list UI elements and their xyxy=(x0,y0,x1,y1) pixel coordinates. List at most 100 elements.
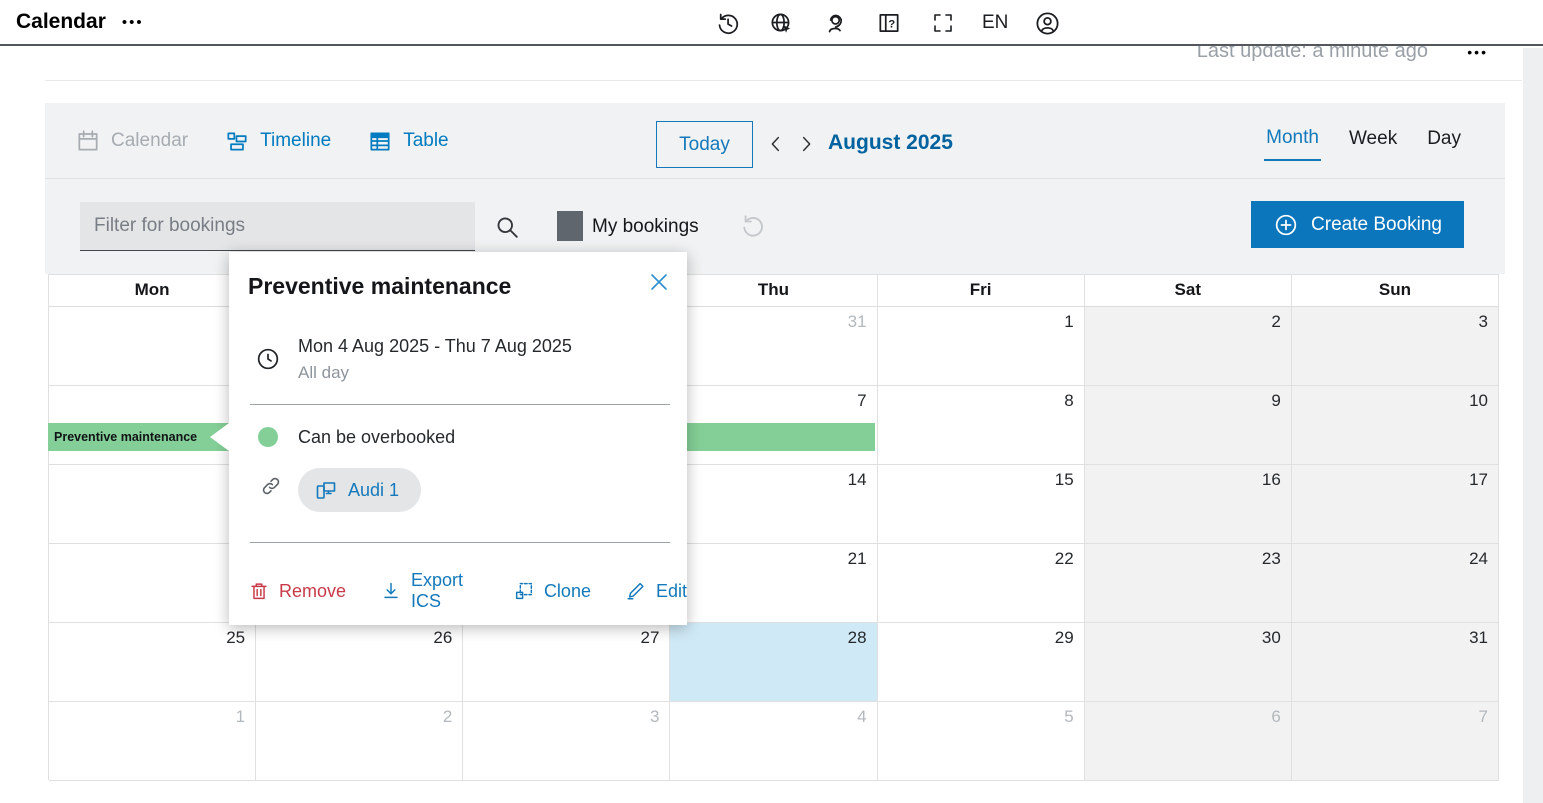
toolbar: Calendar Timeline Table Today August 202… xyxy=(45,103,1505,274)
action-label: Export ICS xyxy=(411,570,479,612)
action-label: Remove xyxy=(279,581,346,602)
popup-status-text: Can be overbooked xyxy=(298,427,455,448)
app-header: Calendar ••• ? EN xyxy=(0,0,1543,46)
divider xyxy=(250,404,670,405)
chevron-left-icon[interactable] xyxy=(763,126,789,162)
calendar-cell[interactable]: 6 xyxy=(1085,702,1292,781)
devices-icon xyxy=(314,478,338,502)
calendar-cell[interactable]: 4 xyxy=(670,702,877,781)
action-label: Clone xyxy=(544,581,591,602)
page: Calendar ••• ? EN Last update: xyxy=(0,0,1543,803)
help-icon[interactable]: ? xyxy=(874,8,904,38)
trash-icon xyxy=(248,580,270,602)
edit-button[interactable]: Edit xyxy=(625,580,687,602)
remove-button[interactable]: Remove xyxy=(248,580,346,602)
my-bookings-checkbox[interactable] xyxy=(557,211,583,241)
close-icon[interactable] xyxy=(647,270,671,294)
history-icon[interactable] xyxy=(712,8,742,38)
svg-text:?: ? xyxy=(888,18,895,30)
range-tabs: Month Week Day xyxy=(1264,103,1463,178)
range-tab-day[interactable]: Day xyxy=(1425,122,1463,160)
popup-date-range: Mon 4 Aug 2025 - Thu 7 Aug 2025 xyxy=(298,336,572,357)
profile-icon[interactable] xyxy=(1032,8,1062,38)
status-overflow-menu[interactable]: ••• xyxy=(1467,44,1488,60)
popup-all-day: All day xyxy=(298,363,349,383)
chevron-right-icon[interactable] xyxy=(793,126,819,162)
calendar-cell[interactable] xyxy=(49,465,256,544)
resource-chip-audi-1[interactable]: Audi 1 xyxy=(298,468,421,512)
day-header-sat: Sat xyxy=(1085,275,1292,307)
link-icon xyxy=(259,474,283,498)
calendar-cell[interactable]: 25 xyxy=(49,623,256,702)
popup-title: Preventive maintenance xyxy=(248,273,511,300)
booking-popup: Preventive maintenance Mon 4 Aug 2025 - … xyxy=(229,252,687,625)
calendar-cell[interactable]: 29 xyxy=(878,623,1085,702)
page-title: Calendar xyxy=(16,10,106,34)
calendar-cell[interactable] xyxy=(49,544,256,623)
globe-icon[interactable] xyxy=(766,8,796,38)
divider xyxy=(250,542,670,543)
calendar-cell[interactable]: 2 xyxy=(1085,307,1292,386)
range-tab-week[interactable]: Week xyxy=(1347,122,1399,160)
divider xyxy=(45,178,1505,179)
calendar-cell[interactable]: 1 xyxy=(49,702,256,781)
calendar-cell[interactable]: 5 xyxy=(878,702,1085,781)
view-tab-timeline[interactable]: Timeline xyxy=(224,128,331,154)
calendar-cell[interactable]: 8 xyxy=(878,386,1085,465)
title-overflow-menu[interactable]: ••• xyxy=(122,14,144,31)
day-header-mon: Mon xyxy=(49,275,256,307)
scroll-gutter[interactable] xyxy=(1523,48,1543,803)
calendar-cell[interactable]: 16 xyxy=(1085,465,1292,544)
export-ics-button[interactable]: Export ICS xyxy=(380,570,479,612)
language-selector[interactable]: EN xyxy=(982,12,1008,34)
calendar-cell[interactable]: 30 xyxy=(1085,623,1292,702)
calendar-cell[interactable]: 2 xyxy=(256,702,463,781)
refresh-icon[interactable] xyxy=(738,211,766,239)
popup-caret xyxy=(210,423,229,451)
calendar-cell[interactable]: 7 xyxy=(1292,702,1499,781)
calendar-cell[interactable]: 9 xyxy=(1085,386,1292,465)
create-booking-label: Create Booking xyxy=(1311,214,1442,236)
view-tab-label: Timeline xyxy=(260,130,331,152)
range-tab-month[interactable]: Month xyxy=(1264,121,1321,161)
pencil-icon xyxy=(625,580,647,602)
calendar-cell[interactable]: 23 xyxy=(1085,544,1292,623)
today-button[interactable]: Today xyxy=(656,121,753,168)
calendar-cell[interactable]: 31 xyxy=(1292,623,1499,702)
calendar-cell[interactable]: 15 xyxy=(878,465,1085,544)
calendar-cell[interactable]: 17 xyxy=(1292,465,1499,544)
view-tabs: Calendar Timeline Table xyxy=(75,103,449,178)
view-tab-table[interactable]: Table xyxy=(367,128,448,154)
calendar-cell[interactable]: 28 xyxy=(670,623,877,702)
resource-chip-label: Audi 1 xyxy=(348,480,399,501)
view-tab-label: Table xyxy=(403,130,448,152)
calendar-cell[interactable]: 24 xyxy=(1292,544,1499,623)
filter-bookings-input[interactable] xyxy=(80,202,475,251)
clock-icon xyxy=(255,346,281,372)
calendar-cell[interactable]: 27 xyxy=(463,623,670,702)
calendar-cell[interactable]: 14 xyxy=(670,465,877,544)
calendar-cell[interactable]: 10 xyxy=(1292,386,1499,465)
calendar-cell[interactable]: 3 xyxy=(1292,307,1499,386)
event-bar-label: Preventive maintenance xyxy=(48,430,197,444)
create-booking-button[interactable]: Create Booking xyxy=(1251,201,1464,248)
calendar-cell[interactable]: 21 xyxy=(670,544,877,623)
support-icon[interactable] xyxy=(820,8,850,38)
clone-button[interactable]: Clone xyxy=(513,580,591,602)
calendar-cell[interactable]: 26 xyxy=(256,623,463,702)
fullscreen-icon[interactable] xyxy=(928,8,958,38)
calendar-cell[interactable]: 1 xyxy=(878,307,1085,386)
action-label: Edit xyxy=(656,581,687,602)
calendar-cell[interactable]: 22 xyxy=(878,544,1085,623)
status-dot xyxy=(258,427,278,447)
period-label: August 2025 xyxy=(828,131,953,155)
popup-actions: Remove Export ICS Clone Edit xyxy=(248,570,687,612)
calendar-cell[interactable] xyxy=(49,307,256,386)
download-icon xyxy=(380,580,402,602)
search-icon[interactable] xyxy=(493,213,521,241)
calendar-cell[interactable]: 3 xyxy=(463,702,670,781)
plus-circle-icon xyxy=(1273,212,1299,238)
view-tab-calendar[interactable]: Calendar xyxy=(75,128,188,154)
calendar-icon xyxy=(75,128,101,154)
calendar-cell[interactable]: 31 xyxy=(670,307,877,386)
